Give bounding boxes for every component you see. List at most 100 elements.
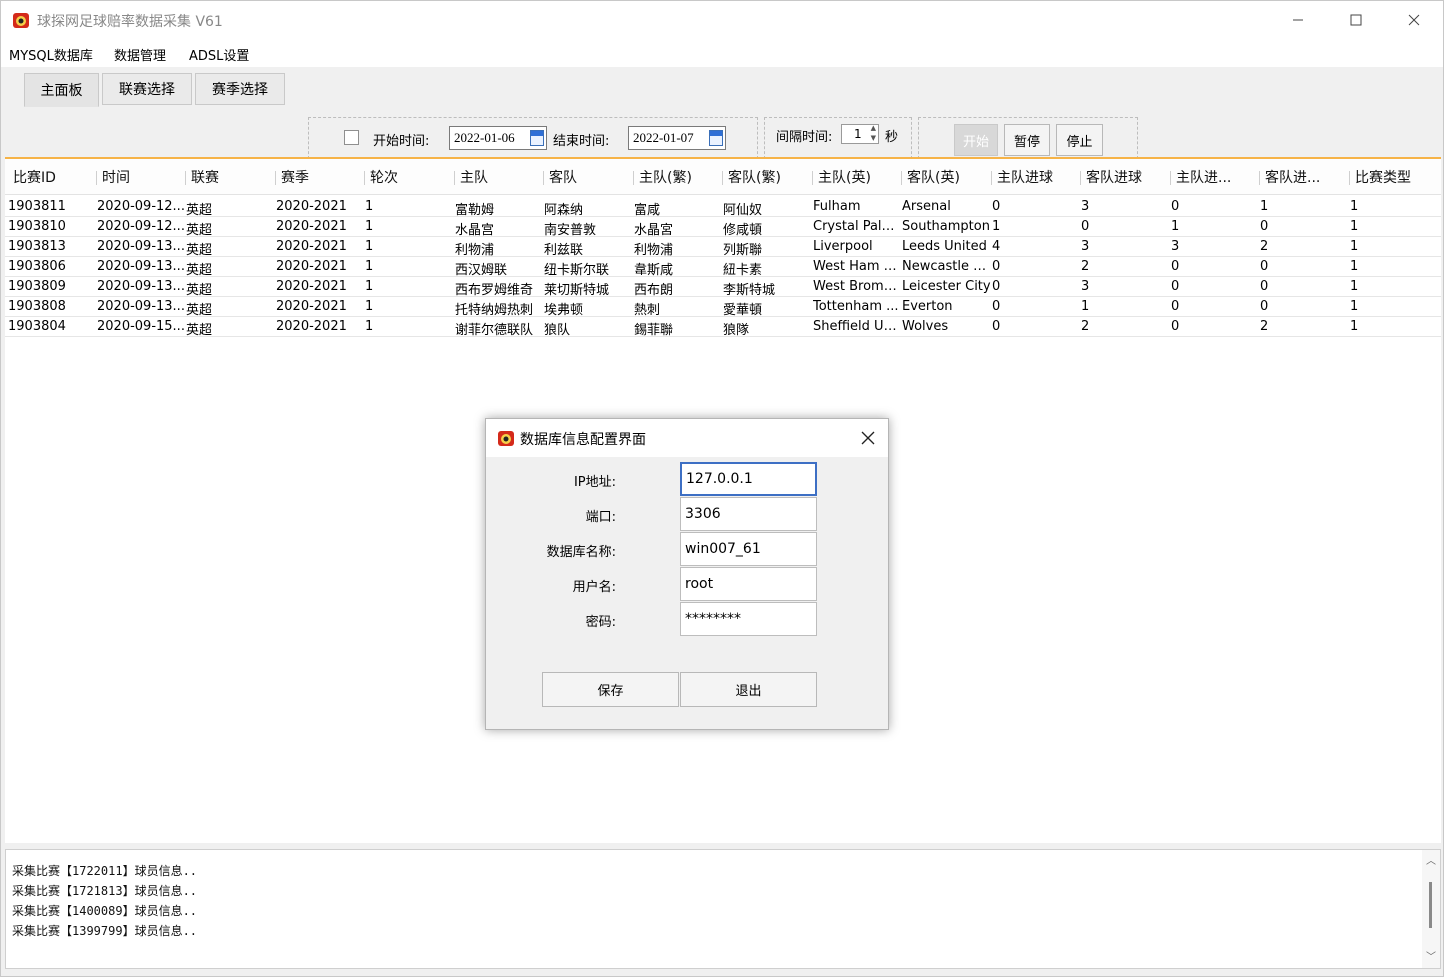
table-row[interactable]: 1903810 2020-09-12... 英超 2020-2021 1 水晶宫 南安普敦 水… [5, 217, 1441, 238]
exit-button[interactable]: 退出 [680, 672, 817, 707]
interval-spinner[interactable]: 1 ▲ ▼ [841, 124, 879, 144]
column-header[interactable]: 轮次 [370, 167, 450, 187]
column-header[interactable]: 客队进球 [1086, 167, 1166, 187]
pause-button[interactable]: 暂停 [1004, 124, 1050, 156]
table-cell: 李斯特城 [723, 283, 776, 298]
column-header[interactable]: 主队(英) [818, 167, 898, 187]
table-row[interactable]: 1903813 2020-09-13... 英超 2020-2021 1 利物浦 利兹联 利物… [5, 237, 1441, 258]
table-cell: 1 [1081, 299, 1090, 314]
table-cell: 1 [1350, 219, 1359, 234]
menu-data-management[interactable]: 数据管理 [114, 45, 166, 64]
column-divider[interactable] [364, 171, 365, 185]
column-header[interactable]: 赛季 [281, 167, 361, 187]
table-cell: 托特纳姆热刺 [455, 303, 534, 318]
column-divider[interactable] [722, 171, 723, 185]
column-header[interactable]: 主队进球 [997, 167, 1077, 187]
port-input[interactable]: 3306 [680, 497, 817, 531]
ip-input[interactable]: 127.0.0.1 [680, 462, 817, 496]
column-divider[interactable] [991, 171, 992, 185]
column-divider[interactable] [901, 171, 902, 185]
table-cell: 南安普敦 [544, 223, 597, 238]
column-header[interactable]: 主队(繁) [639, 167, 719, 187]
column-header[interactable]: 时间 [102, 167, 184, 187]
stop-button[interactable]: 停止 [1056, 124, 1103, 156]
column-header[interactable]: 主队 [460, 167, 540, 187]
table-cell: Leicester City [902, 279, 991, 294]
table-cell: 利兹联 [544, 243, 584, 258]
column-header[interactable]: 联赛 [191, 167, 271, 187]
column-divider[interactable] [185, 171, 186, 185]
username-input[interactable]: root [680, 567, 817, 601]
table-cell: 1 [365, 319, 374, 334]
tab-season-select[interactable]: 赛季选择 [195, 73, 285, 105]
table-cell: 1 [1350, 239, 1359, 254]
password-label: 密码: [585, 615, 616, 630]
table-row[interactable]: 1903806 2020-09-13... 英超 2020-2021 1 西汉姆联 纽卡斯尔… [5, 257, 1441, 278]
table-cell: 2020-09-13... [97, 239, 185, 254]
start-date-picker[interactable]: 2022-01-06 [449, 126, 547, 150]
date-filter-checkbox[interactable] [344, 130, 359, 145]
column-header[interactable]: 比赛类型 [1355, 167, 1435, 187]
table-cell: 英超 [186, 303, 213, 318]
menu-adsl-settings[interactable]: ADSL设置 [189, 45, 249, 64]
log-line: 采集比赛【1722011】球员信息.. [12, 864, 198, 878]
calendar-icon[interactable] [709, 130, 723, 146]
tab-league-select[interactable]: 联赛选择 [102, 73, 192, 105]
column-divider[interactable] [1170, 171, 1171, 185]
column-divider[interactable] [1259, 171, 1260, 185]
minimize-button[interactable] [1269, 1, 1327, 39]
menu-mysql[interactable]: MYSQL数据库 [9, 45, 93, 64]
table-row[interactable]: 1903809 2020-09-13... 英超 2020-2021 1 西布罗姆维奇 莱切… [5, 277, 1441, 298]
password-input[interactable]: ******** [680, 602, 817, 636]
tab-main-panel[interactable]: 主面板 [24, 73, 99, 107]
column-divider[interactable] [96, 171, 97, 185]
close-button[interactable] [1385, 1, 1443, 39]
maximize-button[interactable] [1327, 1, 1385, 39]
spin-down-icon[interactable]: ▼ [871, 134, 876, 142]
table-cell: 纽卡斯尔联 [544, 263, 610, 278]
table-cell: Crystal Palace [813, 219, 901, 234]
db-name-input[interactable]: win007_61 [680, 532, 817, 566]
column-divider[interactable] [1349, 171, 1350, 185]
column-header[interactable]: 客队(英) [907, 167, 989, 187]
table-row[interactable]: 1903804 2020-09-15... 英超 2020-2021 1 谢菲尔德联队 狼队… [5, 317, 1441, 338]
table-row[interactable]: 1903811 2020-09-12... 英超 2020-2021 1 富勒姆 阿森纳 富咸… [5, 197, 1441, 218]
table-cell: 0 [1171, 279, 1180, 294]
spin-up-icon[interactable]: ▲ [871, 124, 876, 132]
db-config-dialog: 数据库信息配置界面 IP地址: 127.0.0.1 端口: 3306 数据库名称… [485, 418, 889, 730]
column-header[interactable]: 客队 [549, 167, 631, 187]
column-divider[interactable] [275, 171, 276, 185]
table-row[interactable]: 1903808 2020-09-13... 英超 2020-2021 1 托特纳姆热刺 埃弗… [5, 297, 1441, 318]
table-cell: 2 [1081, 259, 1090, 274]
column-divider[interactable] [633, 171, 634, 185]
scroll-down-icon[interactable]: ﹀ [1426, 948, 1436, 963]
calendar-icon[interactable] [530, 130, 544, 146]
column-header[interactable]: 客队(繁) [728, 167, 810, 187]
end-date-picker[interactable]: 2022-01-07 [628, 126, 726, 150]
log-panel[interactable]: 采集比赛【1722011】球员信息.. 采集比赛【1721813】球员信息.. … [5, 849, 1441, 969]
table-cell: 英超 [186, 283, 213, 298]
scroll-thumb[interactable] [1429, 882, 1432, 928]
table-cell: 英超 [186, 243, 213, 258]
table-cell: 2020-2021 [276, 239, 347, 254]
column-divider[interactable] [1080, 171, 1081, 185]
start-button[interactable]: 开始 [954, 124, 998, 156]
log-line: 采集比赛【1721813】球员信息.. [12, 884, 198, 898]
column-header[interactable]: 比赛ID [13, 167, 93, 187]
username-label: 用户名: [572, 580, 616, 595]
scroll-up-icon[interactable]: ︿ [1426, 852, 1436, 867]
close-icon [1408, 14, 1420, 26]
toolbar: 开始时间: 2022-01-06 结束时间: 2022-01-07 间隔时间: … [1, 109, 1443, 159]
save-button[interactable]: 保存 [542, 672, 679, 707]
column-header[interactable]: 客队进... [1265, 167, 1345, 187]
table-cell: 1 [1260, 199, 1269, 214]
dialog-close-icon[interactable] [861, 431, 875, 445]
column-divider[interactable] [812, 171, 813, 185]
end-date-value: 2022-01-07 [633, 130, 694, 145]
column-divider[interactable] [454, 171, 455, 185]
table-cell: 0 [1171, 199, 1180, 214]
column-header[interactable]: 主队进... [1176, 167, 1256, 187]
column-divider[interactable] [543, 171, 544, 185]
log-scrollbar[interactable]: ︿ ﹀ [1422, 850, 1440, 968]
app-window: 球探网足球赔率数据采集 V61 MYSQL数据库 数据管理 ADSL设置 主面板… [0, 0, 1444, 977]
